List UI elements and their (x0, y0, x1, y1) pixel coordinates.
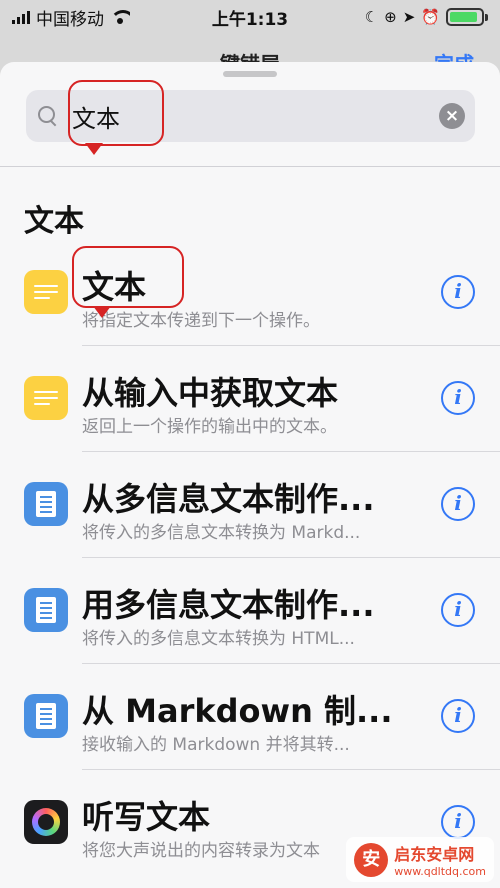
action-title: 从多信息文本制作... (82, 480, 375, 518)
clear-icon[interactable]: × (439, 103, 465, 129)
info-icon[interactable]: i (441, 487, 475, 521)
document-icon (24, 588, 68, 632)
divider (0, 166, 500, 167)
orientation-lock-icon: ⊕ (384, 8, 397, 26)
action-title: 从输入中获取文本 (82, 374, 339, 412)
watermark-name: 启东安卓网 (394, 845, 475, 864)
action-row[interactable]: 从输入中获取文本 返回上一个操作的输出中的文本。 i (0, 346, 500, 452)
action-row[interactable]: 用多信息文本制作... 将传入的多信息文本转换为 HTML... i (0, 558, 500, 664)
search-icon (38, 106, 58, 126)
annotation-tail (85, 143, 103, 155)
action-subtitle: 将传入的多信息文本转换为 HTML... (82, 629, 355, 649)
action-subtitle: 将指定文本传递到下一个操作。 (82, 311, 320, 331)
action-list: 文本 将指定文本传递到下一个操作。 i 从输入中获取文本 返回上一个操作的输出中… (0, 240, 500, 876)
watermark: 安 启东安卓网 www.qdltdq.com (346, 837, 494, 882)
action-title: 用多信息文本制作... (82, 586, 375, 624)
annotation-circle-search (68, 80, 164, 146)
annotation-tail (93, 306, 111, 318)
watermark-url: www.qdltdq.com (394, 865, 486, 878)
info-icon[interactable]: i (441, 593, 475, 627)
action-row[interactable]: 从 Markdown 制... 接收输入的 Markdown 并将其转... i (0, 664, 500, 770)
dictation-icon (24, 800, 68, 844)
action-subtitle: 返回上一个操作的输出中的文本。 (82, 417, 337, 437)
watermark-logo-icon: 安 (354, 842, 389, 877)
info-icon[interactable]: i (441, 275, 475, 309)
moon-icon: ☾ (364, 8, 379, 26)
text-icon (24, 270, 68, 314)
action-title: 听写文本 (82, 798, 211, 836)
text-icon (24, 376, 68, 420)
section-title: 文本 (24, 204, 84, 239)
status-left: 中国移动 (12, 5, 130, 30)
status-bar: 中国移动 上午1:13 ☾ ⊕ ➤ ⏰ (0, 0, 500, 34)
action-title: 从 Markdown 制... (82, 692, 393, 730)
location-icon: ➤ (402, 8, 416, 26)
document-icon (24, 482, 68, 526)
battery-icon (446, 8, 488, 26)
info-icon[interactable]: i (441, 381, 475, 415)
annotation-circle-action (72, 246, 184, 308)
action-subtitle: 接收输入的 Markdown 并将其转... (82, 735, 350, 755)
status-right: ☾ ⊕ ➤ ⏰ (365, 8, 488, 26)
info-icon[interactable]: i (441, 805, 475, 839)
alarm-icon: ⏰ (421, 8, 440, 26)
action-subtitle: 将传入的多信息文本转换为 Markd... (82, 523, 361, 543)
signal-icon (12, 10, 30, 24)
wifi-icon (110, 10, 130, 24)
info-icon[interactable]: i (441, 699, 475, 733)
action-row[interactable]: 从多信息文本制作... 将传入的多信息文本转换为 Markd... i (0, 452, 500, 558)
action-picker-sheet: × 文本 文本 将指定文本传递到下一个操作。 i 从输入中获取文本 返回上一个操… (0, 62, 500, 888)
document-icon (24, 694, 68, 738)
carrier-label: 中国移动 (36, 9, 104, 30)
sheet-grabber[interactable] (223, 71, 277, 77)
